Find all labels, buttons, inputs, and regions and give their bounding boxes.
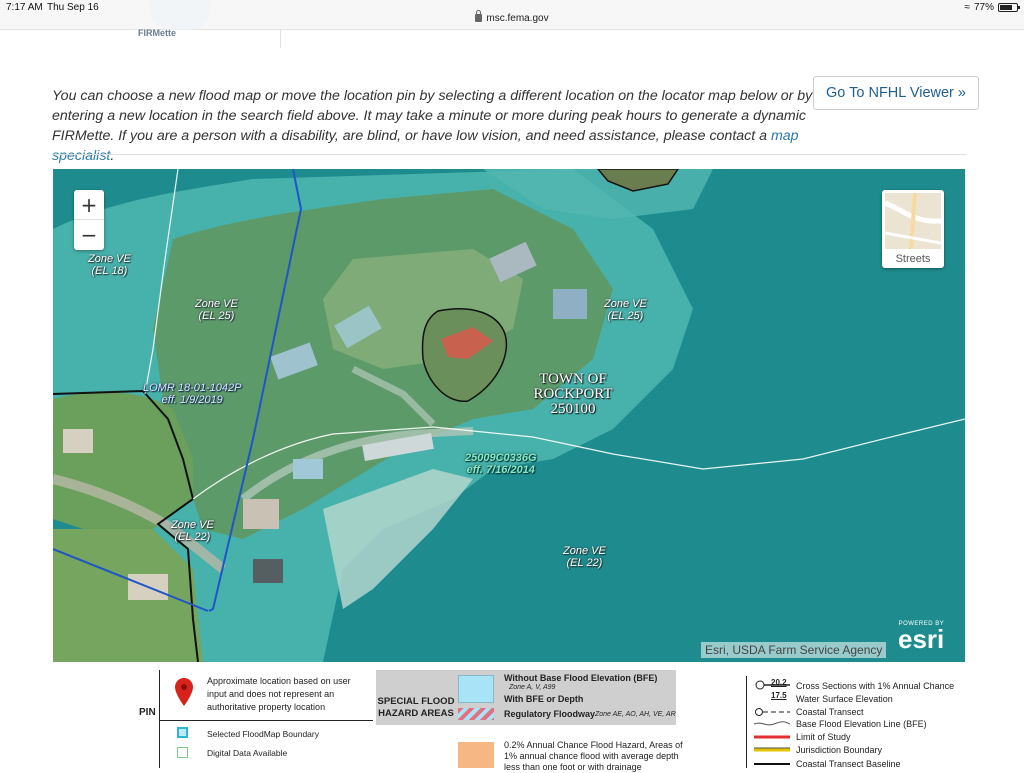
zoom-control: + − [74, 190, 104, 250]
header-logo-text: FIRMette [138, 28, 176, 38]
basemap-toggle[interactable]: Streets [882, 190, 944, 268]
panel-label: 25009C0336G eff. 7/16/2014 [465, 452, 537, 476]
legend-coastal-transect: Coastal Transect [796, 707, 864, 717]
legend-divider [746, 676, 747, 768]
url-text: msc.fema.gov [486, 13, 549, 24]
bfe-line-symbol [754, 721, 790, 726]
lomr-label: LOMR 18-01-1042P eff. 1/9/2019 [143, 382, 242, 406]
legend-pin-label: PIN [139, 707, 156, 718]
sfha-title: SPECIAL FLOOD HAZARD AREAS [377, 696, 455, 719]
legend-digital-data: Digital Data Available [207, 748, 288, 758]
zoom-in-button[interactable]: + [74, 190, 104, 220]
locator-map[interactable]: + − Streets Zone VE (EL 18) Zone VE (EL 25… [53, 169, 965, 662]
basemap-label: Streets [895, 253, 931, 265]
legend-annual-chance: 0.2% Annual Chance Flood Hazard, Areas o… [504, 740, 683, 772]
legend-without-bfe: Without Base Flood Elevation (BFE) [504, 673, 658, 683]
header-logo-image [150, 0, 210, 30]
map-pin-icon [175, 678, 193, 706]
legend-with-bfe: With BFE or Depth [504, 694, 584, 704]
zoom-out-button[interactable]: − [74, 220, 104, 250]
legend-without-bfe-sub: Zone A, V, A99 [509, 684, 556, 691]
battery-icon [998, 3, 1020, 12]
nfhl-viewer-button[interactable]: Go To NFHL Viewer » [813, 76, 979, 110]
zone-label: Zone VE (EL 22) [171, 519, 214, 543]
town-label: TOWN OF ROCKPORT 250100 [533, 371, 613, 417]
floodway-swatch [458, 708, 494, 720]
sfha-swatch [458, 675, 494, 703]
zone-label: Zone VE (EL 25) [195, 298, 238, 322]
header-divider [280, 30, 281, 48]
map-attribution: Esri, USDA Farm Service Agency [701, 642, 887, 658]
zone-label: Zone VE (EL 25) [604, 298, 647, 322]
coastal-transect-symbol [755, 708, 790, 716]
legend-bfe-line: Base Flood Elevation Line (BFE) [796, 719, 927, 729]
legend-wse: Water Surface Elevation [796, 694, 893, 704]
esri-logo: POWERED BY esri [898, 621, 945, 654]
selected-boundary-swatch [177, 727, 188, 738]
legend-selected-boundary: Selected FloodMap Boundary [207, 729, 319, 739]
legend-divider [159, 720, 373, 721]
legend-lines-section: 20.2 Cross Sections with 1% Annual Chanc… [746, 668, 966, 769]
cross-section-number: 20.2 [771, 678, 787, 687]
wifi-icon: ≈ [964, 2, 970, 13]
map-legend: PIN Approximate location based on user i… [53, 668, 966, 772]
status-date: Thu Sep 16 [47, 2, 99, 13]
legend-limit-study: Limit of Study [796, 732, 851, 742]
legend-jurisdiction: Jurisdiction Boundary [796, 745, 883, 755]
divider [52, 154, 966, 155]
intro-end: . [110, 148, 115, 164]
map-imagery [53, 169, 965, 662]
legend-cross-sections: Cross Sections with 1% Annual Chance [796, 681, 955, 691]
annual-chance-swatch [458, 742, 494, 768]
intro-text: You can choose a new flood map or move t… [52, 88, 813, 144]
legend-divider [159, 670, 160, 768]
battery-percent: 77% [973, 2, 994, 13]
status-indicators: ≈ 77% [964, 2, 1020, 13]
zone-label: Zone VE (EL 22) [563, 545, 606, 569]
limit-study-symbol [754, 735, 790, 739]
legend-floodway: Regulatory Floodway [504, 709, 596, 719]
status-time: 7:17 AM [6, 2, 43, 13]
digital-data-swatch [177, 747, 188, 758]
zone-label: Zone VE (EL 18) [88, 253, 131, 277]
lock-icon [475, 10, 483, 22]
basemap-thumbnail [885, 193, 941, 249]
jurisdiction-symbol [754, 747, 790, 752]
wse-number: 17.5 [771, 691, 787, 700]
legend-pin-text: Approximate location based on user input… [207, 676, 351, 712]
legend-floodway-sub: Zone AE, AO, AH, VE, AR [595, 711, 676, 718]
